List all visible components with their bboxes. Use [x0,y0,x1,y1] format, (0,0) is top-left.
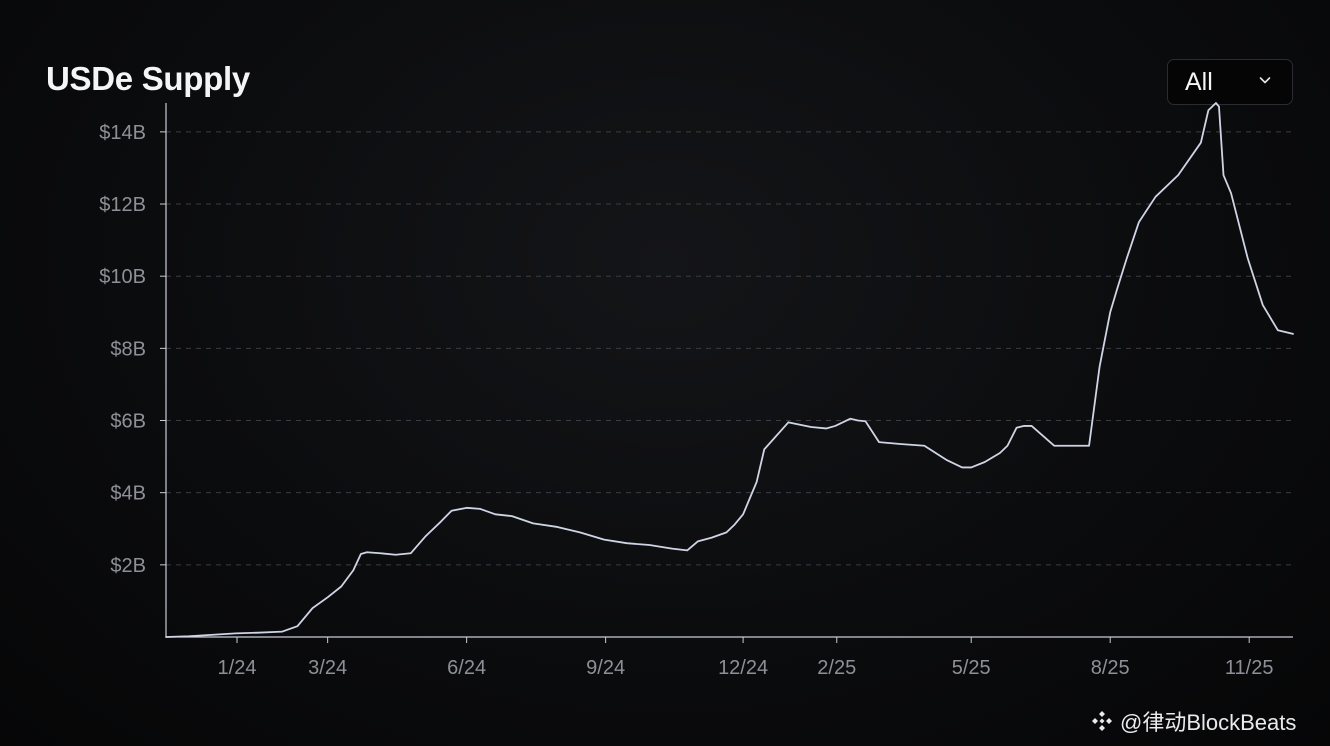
y-axis-tick-labels: $2B $4B $6B $8B $10B $12B $14B [99,122,146,577]
watermark-text: @律动BlockBeats [1120,710,1297,735]
y-tick-label: $4B [110,483,146,505]
y-tick-label: $12B [99,194,146,216]
x-tick-label: 5/25 [952,657,991,679]
x-axis-tick-labels: 1/24 3/24 6/24 9/24 12/24 2/25 5/25 8/25 11/25 [218,657,1274,679]
x-tick-label: 1/24 [218,657,257,679]
grid-lines [166,131,1293,566]
x-tick-label: 3/24 [308,657,347,679]
chart-card: USDe Supply All $2B $4B $6B $8B $10B $12B $14B… [0,0,1330,746]
x-tick-label: 8/25 [1091,657,1130,679]
y-tick-label: $2B [110,555,146,577]
x-tick-label: 6/24 [447,657,486,679]
y-tick-label: $6B [110,411,146,433]
x-tick-label: 9/24 [586,657,625,679]
y-tick-label: $8B [110,338,146,360]
x-tick-label: 12/24 [718,657,768,679]
supply-series-line [165,102,1294,638]
axes [160,103,1293,643]
x-tick-label: 11/25 [1225,657,1274,679]
y-tick-label: $14B [99,122,146,144]
binance-diamond-icon [1092,711,1112,731]
line-chart: $2B $4B $6B $8B $10B $12B $14B 1/24 3/24 6/24 9/2… [99,102,1294,679]
x-tick-label: 2/25 [817,657,856,679]
series-layer [165,102,1294,638]
y-tick-label: $10B [99,266,146,288]
watermark: @律动BlockBeats [1090,706,1296,736]
